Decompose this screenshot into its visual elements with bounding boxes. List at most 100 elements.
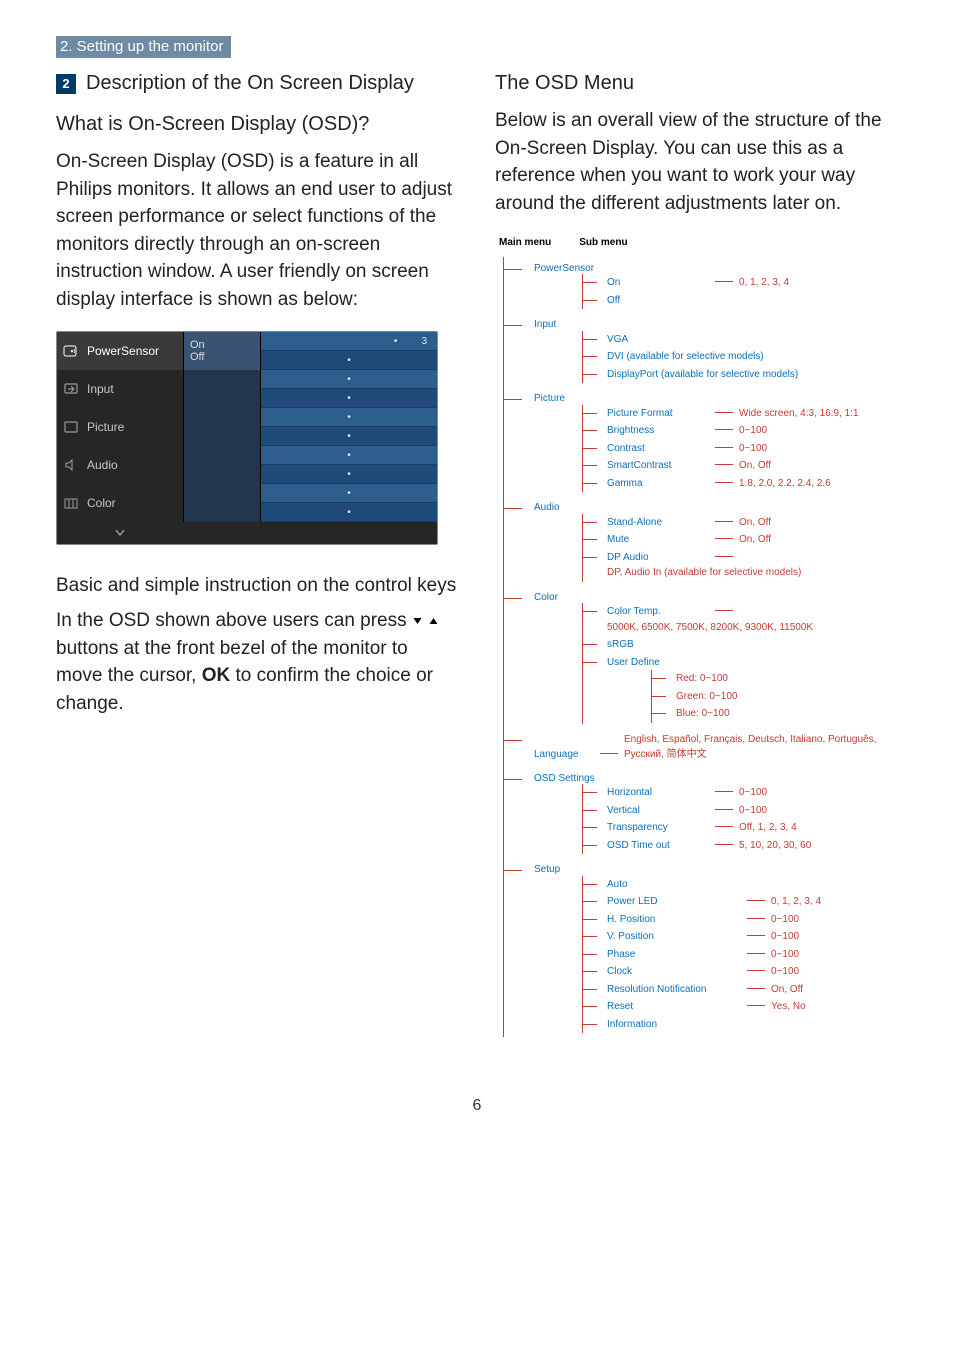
heading-osd-menu: The OSD Menu: [495, 72, 898, 95]
tree-values: 0~100: [771, 964, 799, 980]
tree-sub-item: H. Position 0~100: [597, 911, 898, 929]
tree-sub-item: V. Position0~100: [597, 928, 898, 946]
tree-values: On, Off: [771, 982, 803, 998]
tree-values: 0~100: [739, 803, 767, 819]
picture-icon: [63, 419, 79, 435]
audio-icon: [63, 457, 79, 473]
tree-values: 0~100: [771, 912, 799, 928]
osd-dot: •: [347, 431, 351, 442]
heading-what-is-osd: What is On-Screen Display (OSD)?: [56, 113, 459, 136]
tree-sub-item: Transparency Off, 1, 2, 3, 4: [597, 819, 898, 837]
osd-item-color: Color: [57, 484, 184, 522]
tree-sub-label: Vertical: [607, 803, 715, 819]
osd-dot: •: [347, 469, 351, 480]
osd-item-audio: Audio: [57, 446, 184, 484]
tree-sub-label: Horizontal: [607, 785, 715, 801]
tree-sub-item: Stand-Alone On, Off: [597, 514, 898, 532]
tree-sub-label: Gamma: [607, 476, 715, 492]
tree-nested-item: Blue: 0~100: [666, 705, 898, 723]
tree-sub-item: sRGB: [597, 636, 898, 654]
tree-values: 0~100: [739, 423, 767, 439]
triangle-down-icon: [412, 616, 423, 626]
osd-dot: •: [394, 336, 398, 347]
tree-sub-item: On0, 1, 2, 3, 4: [597, 274, 898, 292]
tree-sub-label: sRGB: [607, 637, 715, 653]
tree-values: 0, 1, 2, 3, 4: [771, 894, 821, 910]
tree-sub-label: Off: [607, 293, 715, 309]
osd-option-off: Off: [190, 351, 260, 363]
page-number: 6: [56, 1097, 898, 1115]
tree-sub-label: Information: [607, 1017, 747, 1033]
tree-main-label: Language: [534, 747, 600, 763]
triangle-up-icon: [428, 616, 439, 626]
osd-option-on: On: [190, 339, 260, 351]
tree-sub-item: Picture FormatWide screen, 4:3, 16:9, 1:…: [597, 405, 898, 423]
osd-item-label: Picture: [87, 420, 124, 434]
right-column: The OSD Menu Below is an overall view of…: [495, 66, 898, 1037]
osd-dot: •: [347, 374, 351, 385]
tree-values: DP, Audio In (available for selective mo…: [607, 565, 801, 581]
tree-sub-label: Resolution Notification: [607, 982, 747, 998]
osd-dot: •: [347, 355, 351, 366]
tree-main-label: OSD Settings: [534, 771, 600, 787]
osd-item-picture: Picture: [57, 408, 184, 446]
tree-main-item: LanguageEnglish, Español, Français, Deut…: [522, 728, 898, 767]
osd-footer: [57, 522, 437, 544]
tree-sub-label: VGA: [607, 332, 715, 348]
osd-value: 3: [421, 336, 427, 347]
tree-values: Red: 0~100: [676, 671, 728, 687]
tree-sub-item: OSD Time out5, 10, 20, 30, 60: [597, 837, 898, 855]
tree-nested-item: Red: 0~100: [666, 670, 898, 688]
tree-values: Blue: 0~100: [676, 706, 730, 722]
tree-values: 0~100: [739, 785, 767, 801]
tree-main-label: Audio: [534, 500, 600, 516]
tree-sub-label: User Define: [607, 655, 715, 671]
osd-dot: •: [347, 507, 351, 518]
tree-sub-label: Color Temp.: [607, 604, 715, 620]
tree-sub-label: DisplayPort (available for selective mod…: [607, 367, 798, 383]
tree-main-item: SetupAutoPower LED0, 1, 2, 3, 4H. Positi…: [522, 858, 898, 1037]
tree-sub-item: VGA: [597, 331, 898, 349]
tree-sub-item: Horizontal 0~100: [597, 784, 898, 802]
tree-sub-item: Information: [597, 1016, 898, 1034]
tree-sub-item: Clock 0~100: [597, 963, 898, 981]
tree-sub-item: Contrast0~100: [597, 440, 898, 458]
tree-sub-item: DVI (available for selective models): [597, 348, 898, 366]
tree-sub-label: Reset: [607, 999, 747, 1015]
tree-sub-item: Color Temp.5000K, 6500K, 7500K, 8200K, 9…: [597, 603, 898, 636]
tree-sub-item: Power LED0, 1, 2, 3, 4: [597, 893, 898, 911]
step-title: Description of the On Screen Display: [86, 72, 414, 95]
tree-values: 1.8, 2.0, 2.2, 2.4, 2.6: [739, 476, 831, 492]
tree-main-label: Setup: [534, 862, 600, 878]
tree-sub-item: Brightness 0~100: [597, 422, 898, 440]
tree-values: On, Off: [739, 515, 771, 531]
tree-sub-label: DVI (available for selective models): [607, 349, 764, 365]
osd-item-input: Input: [57, 370, 184, 408]
osd-dot: •: [347, 393, 351, 404]
tree-main-item: Input VGADVI (available for selective mod…: [522, 313, 898, 387]
tree-main-label: Input: [534, 317, 600, 333]
tree-sub-label: Clock: [607, 964, 747, 980]
tree-sub-label: Stand-Alone: [607, 515, 715, 531]
tree-main-item: AudioStand-AloneOn, OffMuteOn, OffDP Aud…: [522, 496, 898, 586]
tree-values: On, Off: [739, 458, 771, 474]
osd-item-label: PowerSensor: [87, 344, 159, 358]
tree-sub-label: Brightness: [607, 423, 715, 439]
tree-sub-item: Gamma 1.8, 2.0, 2.2, 2.4, 2.6: [597, 475, 898, 493]
tree-sub-label: Transparency: [607, 820, 715, 836]
tree-sub-label: Picture Format: [607, 406, 715, 422]
tree-sub-item: Resolution Notification On, Off: [597, 981, 898, 999]
tree-values: Off, 1, 2, 3, 4: [739, 820, 797, 836]
chevron-down-icon: [115, 529, 125, 537]
osd-item-label: Input: [87, 382, 114, 396]
tree-sub-item: Auto: [597, 876, 898, 894]
tree-values: 5000K, 6500K, 7500K, 8200K, 9300K, 11500…: [607, 620, 813, 636]
tree-main-item: ColorColor Temp.5000K, 6500K, 7500K, 820…: [522, 586, 898, 728]
tree-sub-label: OSD Time out: [607, 838, 715, 854]
tree-sub-label: Contrast: [607, 441, 715, 457]
left-column: 2 Description of the On Screen Display W…: [56, 66, 459, 1037]
tree-sub-label: H. Position: [607, 912, 747, 928]
tree-header-main: Main menu: [499, 235, 551, 251]
tree-sub-item: DP AudioDP, Audio In (available for sele…: [597, 549, 898, 582]
osd-menu-tree: Main menu Sub menu PowerSensorOn0, 1, 2,…: [495, 235, 898, 1037]
